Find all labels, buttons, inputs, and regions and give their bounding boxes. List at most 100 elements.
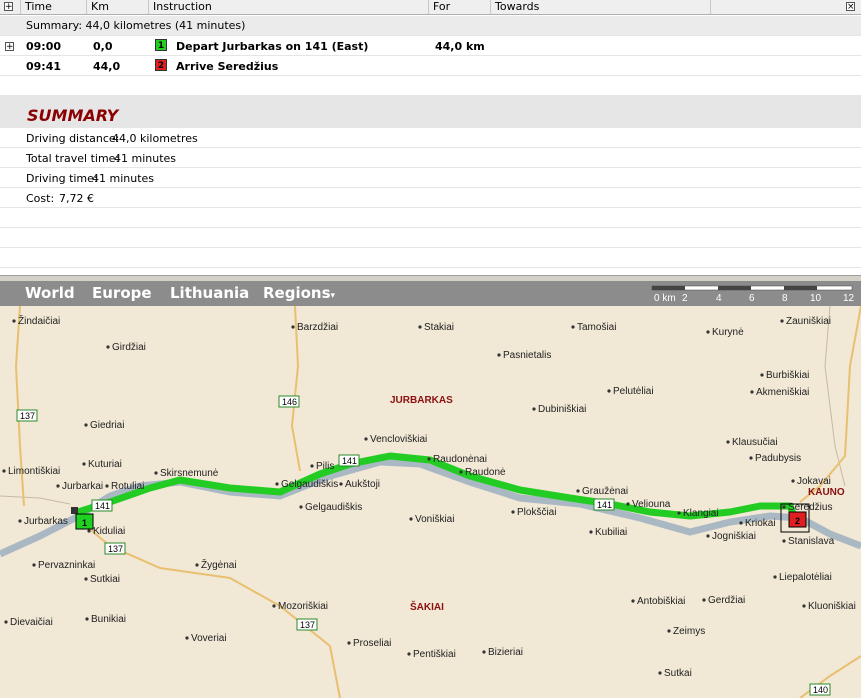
place-dot xyxy=(85,617,89,621)
blank-row xyxy=(0,76,861,96)
place-label: Rotuliai xyxy=(111,481,144,492)
step-row-2[interactable]: 09:41 44,0 2 Arrive Seredžius xyxy=(0,56,861,76)
summary-value: 41 minutes xyxy=(114,152,177,165)
place-dot xyxy=(482,650,486,654)
place-label: Limontiškiai xyxy=(8,466,60,477)
route-map[interactable]: 137 146 141 141 137 141 137 140 JURBARKA… xyxy=(0,306,861,698)
col-km[interactable]: Km xyxy=(86,0,148,14)
summary-line-row: Summary: 44,0 kilometres (41 minutes) xyxy=(0,16,861,36)
place-dot xyxy=(631,599,635,603)
place-dot xyxy=(749,456,753,460)
step-number-badge: 2 xyxy=(155,59,167,71)
step-number-badge: 1 xyxy=(155,39,167,51)
svg-text:2: 2 xyxy=(795,516,800,526)
scale-bar: 0 km 2 4 6 8 10 12 xyxy=(651,285,855,304)
svg-text:137: 137 xyxy=(20,411,35,421)
svg-text:141: 141 xyxy=(342,456,357,466)
place-dot xyxy=(12,319,16,323)
expand-step-icon[interactable]: + xyxy=(5,42,14,52)
svg-text:141: 141 xyxy=(597,500,612,510)
place-dot xyxy=(589,530,593,534)
step-row-1[interactable]: + 09:00 0,0 1 Depart Jurbarkas on 141 (E… xyxy=(0,36,861,56)
region-label: ŠAKIAI xyxy=(410,600,444,613)
place-dot xyxy=(347,641,351,645)
scale-label: 4 xyxy=(716,293,722,304)
place-label: Jurbarkai xyxy=(62,481,103,492)
summary-value: 41 minutes xyxy=(92,172,155,185)
place-label: Žindaičiai xyxy=(18,314,60,327)
place-dot xyxy=(87,529,91,533)
svg-text:146: 146 xyxy=(282,397,297,407)
place-dot xyxy=(702,598,706,602)
col-towards[interactable]: Towards xyxy=(490,0,710,14)
close-icon[interactable]: × xyxy=(846,2,855,12)
svg-text:1: 1 xyxy=(82,518,87,528)
step-km: 0,0 xyxy=(93,40,113,53)
summary-row: Total travel time: 41 minutes xyxy=(0,148,861,168)
svg-text:140: 140 xyxy=(813,685,828,695)
step-km: 44,0 xyxy=(93,60,121,73)
road-shield: 137 xyxy=(296,618,318,631)
place-dot xyxy=(511,510,515,514)
summary-value: 7,72 € xyxy=(59,192,94,205)
place-label: Girdžiai xyxy=(112,342,146,353)
col-for[interactable]: For xyxy=(428,0,490,14)
nav-europe[interactable]: Europe xyxy=(92,284,152,302)
place-dot xyxy=(84,423,88,427)
place-label: Akmeniškiai xyxy=(756,387,809,398)
blank-row xyxy=(0,248,861,268)
place-dot xyxy=(802,604,806,608)
nav-world[interactable]: World xyxy=(25,284,75,302)
col-instruction[interactable]: Instruction xyxy=(148,0,428,14)
summary-row: Driving distance: 44,0 kilometres xyxy=(0,128,861,148)
road-shield: 137 xyxy=(104,542,126,555)
scale-label: 10 xyxy=(810,293,822,304)
scale-label: 8 xyxy=(782,293,788,304)
place-label: Burbiškiai xyxy=(766,370,809,381)
road-shield: 141 xyxy=(338,454,360,467)
blank-row xyxy=(0,228,861,248)
place-label: Kriokai xyxy=(745,518,776,529)
place-dot xyxy=(576,489,580,493)
place-label: Sutkiai xyxy=(90,574,120,585)
place-dot xyxy=(407,652,411,656)
place-dot xyxy=(364,437,368,441)
nav-lithuania[interactable]: Lithuania xyxy=(170,284,249,302)
place-label: Barzdžiai xyxy=(297,322,338,333)
place-dot xyxy=(4,620,8,624)
place-label: Skirsnemunė xyxy=(160,468,219,479)
step-instruction: Depart Jurbarkas on 141 (East) xyxy=(176,40,369,53)
place-dot xyxy=(106,345,110,349)
place-label: Gelgaudiškis xyxy=(305,502,362,513)
expand-all-icon[interactable]: + xyxy=(4,2,13,12)
summary-row: Cost: 7,72 € xyxy=(0,188,861,208)
scale-label: 2 xyxy=(682,293,688,304)
place-dot xyxy=(409,517,413,521)
place-label: Stanislava xyxy=(788,536,835,547)
place-label: Pelutėliai xyxy=(613,386,654,397)
place-label: Pasnietalis xyxy=(503,350,551,361)
step-time: 09:00 xyxy=(26,40,62,53)
summary-row: Driving time: 41 minutes xyxy=(0,168,861,188)
place-dot xyxy=(773,575,777,579)
place-label: Kuturiai xyxy=(88,459,122,470)
place-dot xyxy=(82,462,86,466)
place-label: Padubysis xyxy=(755,453,801,464)
place-label: Gelgaudiškis xyxy=(281,479,338,490)
place-label: Mozoriškiai xyxy=(278,601,328,612)
nav-regions-label: Regions xyxy=(263,284,331,302)
step-instruction: Arrive Seredžius xyxy=(176,60,279,73)
place-dot xyxy=(272,604,276,608)
summary-label: Driving distance: xyxy=(26,132,120,145)
col-time[interactable]: Time xyxy=(20,0,86,14)
place-label: Graužėnai xyxy=(582,486,628,497)
col-empty xyxy=(710,0,843,14)
place-label: Jurbarkas xyxy=(24,516,68,527)
place-label: Voveriai xyxy=(191,633,227,644)
nav-regions[interactable]: Regions▾ xyxy=(263,284,335,302)
road-shield: 137 xyxy=(16,409,38,422)
place-dot xyxy=(706,330,710,334)
scale-label: 6 xyxy=(749,293,755,304)
directions-panel: + Time Km Instruction For Towards × Summ… xyxy=(0,0,861,277)
place-label: Vencloviškiai xyxy=(370,434,427,445)
